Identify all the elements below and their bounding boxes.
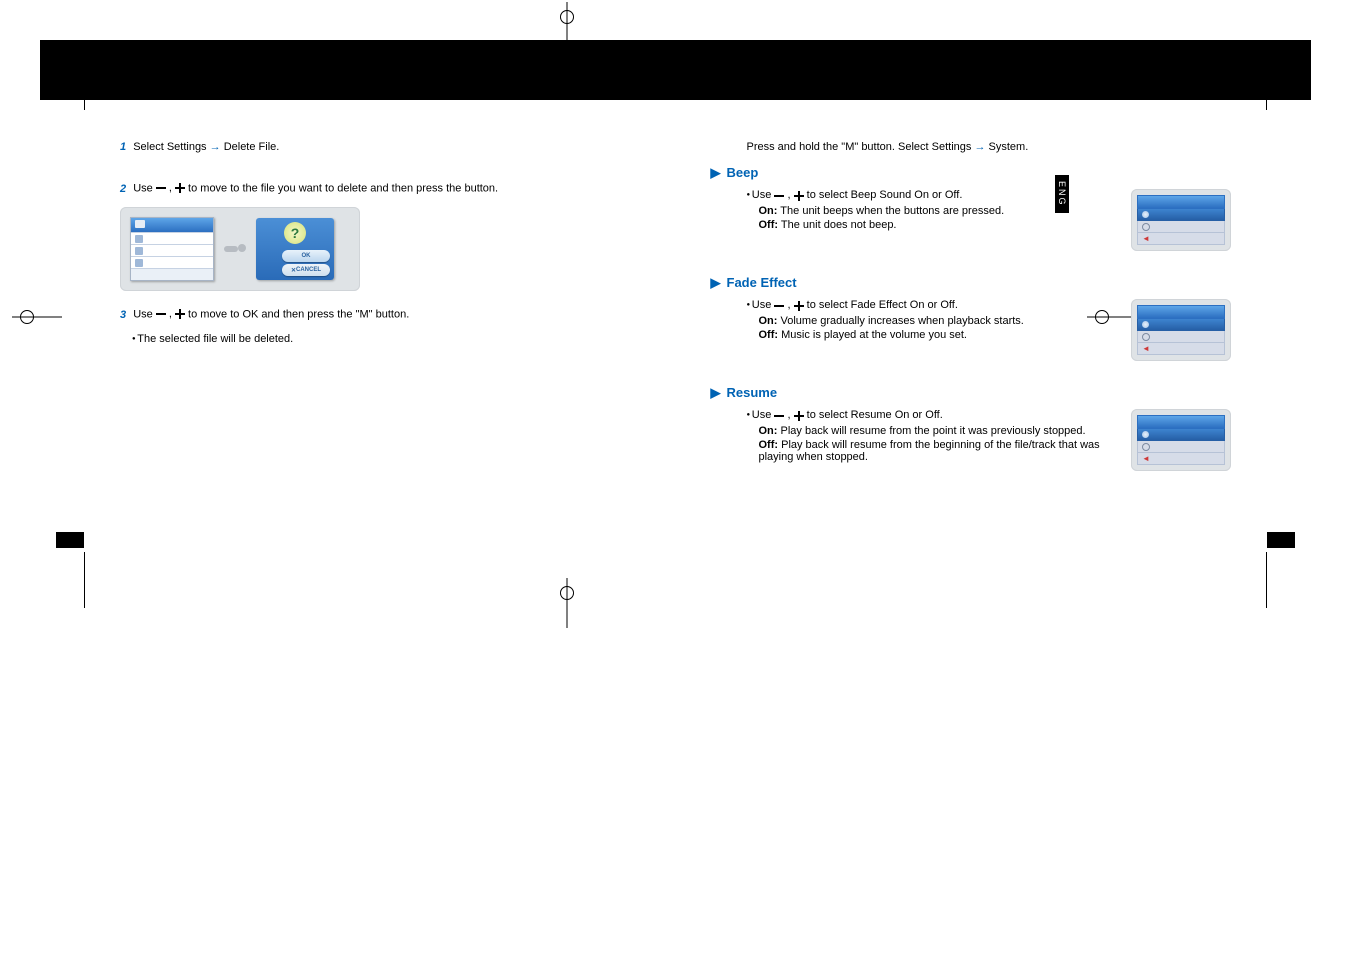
intro-line: Press and hold the "M" button. Select Se… <box>747 140 1232 155</box>
step-2-text-c: button. <box>464 183 498 195</box>
delete-file-screenshot: ? OK ✕ CANCEL <box>120 207 360 291</box>
folder-icon <box>135 220 145 228</box>
arrow-icon: → <box>210 141 224 153</box>
minus-plus-icon: , <box>156 181 185 196</box>
confirm-dialog: ? OK ✕ CANCEL <box>256 218 334 280</box>
crop-rule <box>1266 552 1267 608</box>
page-number-right <box>1267 532 1295 548</box>
triangle-icon: ▶ <box>711 165 721 181</box>
step-number: 1 <box>120 141 126 153</box>
step-2: 2 Use , to move to the file you want to … <box>120 181 641 197</box>
step-3-text-b: to move to OK and then press the "M" but… <box>188 309 409 321</box>
file-list-screen <box>130 217 214 281</box>
system-screenshot <box>1131 409 1231 471</box>
section-heading: ▶Fade Effect <box>711 275 1232 291</box>
step-3-note: The selected file will be deleted. <box>132 333 641 345</box>
triangle-icon: ▶ <box>711 385 721 401</box>
step-number: 2 <box>120 183 126 195</box>
option-on: On: Volume gradually increases when play… <box>759 315 1114 327</box>
title-bar <box>40 40 1311 100</box>
pointer-hand-icon <box>224 241 246 257</box>
minus-plus-icon: , <box>774 299 803 311</box>
option-on: On: The unit beeps when the buttons are … <box>759 205 1114 217</box>
crop-rule <box>84 552 85 608</box>
arrow-icon: → <box>974 141 988 153</box>
section-heading: ▶Resume <box>711 385 1232 401</box>
music-note-icon <box>135 247 143 255</box>
option-on: On: Play back will resume from the point… <box>759 425 1114 437</box>
intro-text-a: Press and hold the "M" button. Select Se… <box>747 141 972 153</box>
section-line: Use , to select Beep Sound On or Off. <box>747 189 1114 201</box>
system-screenshot <box>1131 189 1231 251</box>
triangle-icon: ▶ <box>711 275 721 291</box>
minus-plus-icon: , <box>774 409 803 421</box>
section-beep: ▶Beep Use , to select Beep Sound On or O… <box>711 165 1232 251</box>
step-number: 3 <box>120 309 126 321</box>
step-1-text-a: Select Settings <box>133 141 206 153</box>
step-3-text-a: Use <box>133 309 156 321</box>
page-number-left <box>56 532 84 548</box>
section-fade-effect: ▶Fade Effect Use , to select Fade Effect… <box>711 275 1232 361</box>
step-2-text-a: Use <box>133 183 156 195</box>
step-2-text-b: to move to the file you want to delete a… <box>188 183 464 195</box>
minus-plus-icon: , <box>774 189 803 201</box>
step-3: 3 Use , to move to OK and then press the… <box>120 307 641 323</box>
option-off: Off: Music is played at the volume you s… <box>759 329 1114 341</box>
dialog-ok-button: OK <box>282 250 330 262</box>
music-note-icon <box>135 259 143 267</box>
right-page: Press and hold the "M" button. Select Se… <box>711 140 1232 495</box>
intro-text-b: System. <box>989 141 1029 153</box>
question-icon: ? <box>284 222 306 244</box>
section-line: Use , to select Resume On or Off. <box>747 409 1114 421</box>
left-page: 1 Select Settings → Delete File. 2 Use ,… <box>120 140 641 495</box>
music-note-icon <box>135 235 143 243</box>
section-heading: ▶Beep <box>711 165 1232 181</box>
step-1: 1 Select Settings → Delete File. <box>120 140 641 155</box>
section-line: Use , to select Fade Effect On or Off. <box>747 299 1114 311</box>
step-1-text-b: Delete File. <box>224 141 280 153</box>
option-off: Off: Play back will resume from the begi… <box>759 439 1114 463</box>
system-screenshot <box>1131 299 1231 361</box>
dialog-cancel-button: ✕ CANCEL <box>282 264 330 276</box>
section-resume: ▶Resume Use , to select Resume On or Off… <box>711 385 1232 471</box>
minus-plus-icon: , <box>156 307 185 322</box>
option-off: Off: The unit does not beep. <box>759 219 1114 231</box>
page-spread: 1 Select Settings → Delete File. 2 Use ,… <box>120 140 1231 495</box>
